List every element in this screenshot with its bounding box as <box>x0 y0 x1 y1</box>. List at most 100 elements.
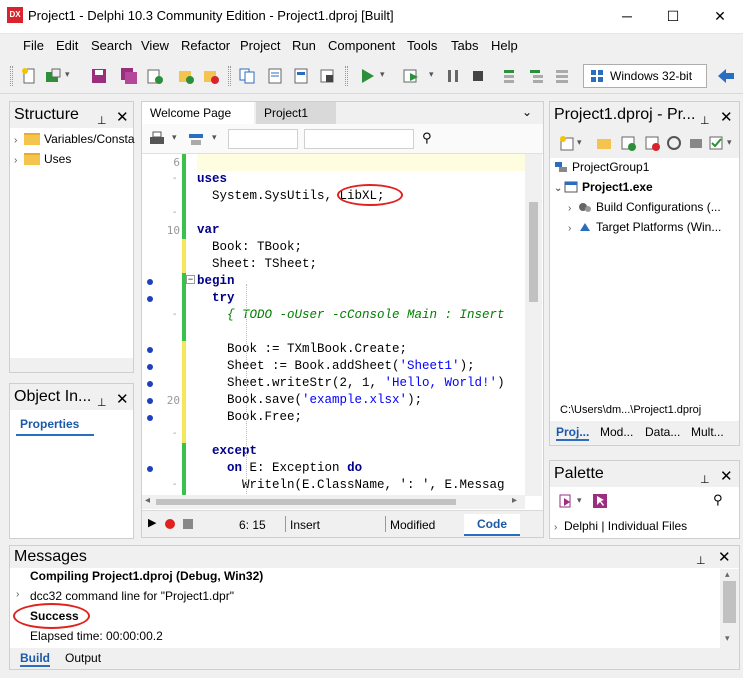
open-project-icon[interactable] <box>44 67 62 85</box>
message-compiling[interactable]: Compiling Project1.dproj (Debug, Win32) <box>30 569 263 583</box>
toolbar-grip[interactable] <box>345 66 348 86</box>
categories-dropdown-chevron-icon[interactable]: ▾ <box>577 495 582 506</box>
open-dropdown-chevron-icon[interactable]: ▾ <box>65 69 70 80</box>
method-combo[interactable] <box>304 129 414 149</box>
messages-vscrollbar[interactable]: ▴ ▾ <box>720 569 739 648</box>
tree-project-group[interactable]: ProjectGroup1 <box>554 158 649 176</box>
open-icon[interactable] <box>146 67 164 85</box>
breakpoint-dot[interactable] <box>147 347 153 353</box>
pin-icon[interactable]: ⊥ <box>696 550 706 572</box>
units-dropdown-chevron-icon[interactable]: ▾ <box>212 132 217 143</box>
menu-tools[interactable]: Tools <box>407 38 437 53</box>
run-options-chevron-icon[interactable]: ▾ <box>429 69 434 80</box>
search-icon[interactable]: ⚲ <box>713 492 723 508</box>
menu-help[interactable]: Help <box>491 38 518 53</box>
menu-search[interactable]: Search <box>91 38 132 53</box>
scroll-up-arrow-icon[interactable]: ▴ <box>725 569 730 580</box>
tab-properties[interactable]: Properties <box>16 414 94 436</box>
menu-view[interactable]: View <box>141 38 169 53</box>
save-icon[interactable] <box>90 67 108 85</box>
scroll-down-arrow-icon[interactable]: ▾ <box>725 633 730 644</box>
menu-refactor[interactable]: Refactor <box>181 38 230 53</box>
toggle-form-unit-icon[interactable] <box>238 67 256 85</box>
record-macro-icon[interactable] <box>165 519 175 529</box>
remove-item-icon[interactable] <box>643 134 661 152</box>
build-icon[interactable] <box>687 134 705 152</box>
menu-edit[interactable]: Edit <box>56 38 78 53</box>
scroll-left-arrow-icon[interactable]: ◂ <box>145 495 150 506</box>
structure-hscrollbar[interactable] <box>10 358 133 372</box>
cursor-tool-icon[interactable] <box>592 493 608 509</box>
categories-icon[interactable] <box>558 493 574 509</box>
message-command-line[interactable]: dcc32 command line for "Project1.dpr" <box>30 589 234 603</box>
activate-dropdown-chevron-icon[interactable]: ▾ <box>577 137 582 148</box>
toolbar-grip[interactable] <box>228 66 231 86</box>
breakpoint-dot[interactable] <box>147 415 153 421</box>
collapse-chevron-icon[interactable]: ⌄ <box>554 180 564 198</box>
class-combo[interactable] <box>228 129 298 149</box>
pin-icon[interactable]: ⊥ <box>97 390 107 416</box>
menu-tabs[interactable]: Tabs <box>451 38 478 53</box>
tab-data-explorer[interactable]: Data... <box>645 425 680 439</box>
close-panel-icon[interactable]: ✕ <box>116 387 129 413</box>
save-all-icon[interactable] <box>120 67 138 85</box>
breakpoint-dot[interactable] <box>147 364 153 370</box>
tab-welcome-page[interactable]: Welcome Page <box>142 102 254 124</box>
trace-into-icon[interactable] <box>527 67 545 85</box>
tabs-dropdown-chevron-icon[interactable]: ⌄ <box>522 105 532 119</box>
breakpoint-dot[interactable] <box>147 296 153 302</box>
activate-icon[interactable] <box>558 134 576 152</box>
fold-toggle-icon[interactable]: − <box>186 275 195 284</box>
add-to-project-icon[interactable] <box>177 67 195 85</box>
expand-chevron-icon[interactable]: › <box>14 132 24 150</box>
close-panel-icon[interactable]: ✕ <box>720 464 733 490</box>
breakpoint-dot[interactable] <box>147 466 153 472</box>
target-platform-selector[interactable]: Windows 32-bit <box>583 64 707 88</box>
run-icon[interactable] <box>358 67 376 85</box>
search-icon[interactable]: ⚲ <box>422 130 432 146</box>
menu-file[interactable]: File <box>23 38 44 53</box>
hscroll-thumb[interactable] <box>156 499 456 505</box>
expand-chevron-icon[interactable]: › <box>16 589 19 600</box>
tree-target-platforms[interactable]: › Target Platforms (Win... <box>568 218 721 236</box>
toolbar-grip[interactable] <box>10 66 13 86</box>
compile-check-icon[interactable] <box>707 134 725 152</box>
maximize-button[interactable]: ☐ <box>650 0 696 32</box>
tab-project1[interactable]: Project1 <box>256 102 336 124</box>
breakpoint-dot[interactable] <box>147 279 153 285</box>
structure-node-uses[interactable]: › Uses <box>14 150 71 168</box>
palette-category[interactable]: › Delphi | Individual Files <box>554 517 687 535</box>
used-units-icon[interactable] <box>187 131 205 147</box>
tab-multi-device[interactable]: Mult... <box>691 425 724 439</box>
expand-chevron-icon[interactable]: › <box>568 200 578 218</box>
close-panel-icon[interactable]: ✕ <box>718 547 731 569</box>
tab-output[interactable]: Output <box>65 651 101 665</box>
printer-icon[interactable] <box>148 131 166 147</box>
close-panel-icon[interactable]: ✕ <box>116 105 129 131</box>
run-to-cursor-icon[interactable] <box>553 67 571 85</box>
expand-chevron-icon[interactable]: › <box>554 519 564 537</box>
tab-projects[interactable]: Proj... <box>556 425 590 441</box>
breakpoint-dot[interactable] <box>147 381 153 387</box>
tab-code[interactable]: Code <box>464 514 520 536</box>
vscroll-thumb[interactable] <box>723 581 736 623</box>
scroll-right-arrow-icon[interactable]: ▸ <box>512 495 517 506</box>
editor-vscrollbar[interactable] <box>525 154 542 496</box>
expand-chevron-icon[interactable]: › <box>568 220 578 238</box>
new-file-icon[interactable] <box>20 67 38 85</box>
build-dropdown-chevron-icon[interactable]: ▾ <box>727 137 732 148</box>
tree-build-configurations[interactable]: › Build Configurations (... <box>568 198 721 216</box>
run-dropdown-chevron-icon[interactable]: ▾ <box>380 69 385 80</box>
expand-chevron-icon[interactable]: › <box>14 152 24 170</box>
tab-build[interactable]: Build <box>20 651 50 667</box>
back-arrow-icon[interactable] <box>716 67 736 85</box>
menu-component[interactable]: Component <box>328 38 395 53</box>
sync-icon[interactable] <box>665 134 683 152</box>
tree-project-exe[interactable]: ⌄ Project1.exe <box>554 178 653 196</box>
view-form-icon[interactable] <box>292 67 310 85</box>
run-without-debugging-icon[interactable] <box>402 67 420 85</box>
remove-from-project-icon[interactable] <box>202 67 220 85</box>
structure-node-variables[interactable]: › Variables/Consta <box>14 130 135 148</box>
breakpoint-dot[interactable] <box>147 398 153 404</box>
print-dropdown-chevron-icon[interactable]: ▾ <box>172 132 177 143</box>
